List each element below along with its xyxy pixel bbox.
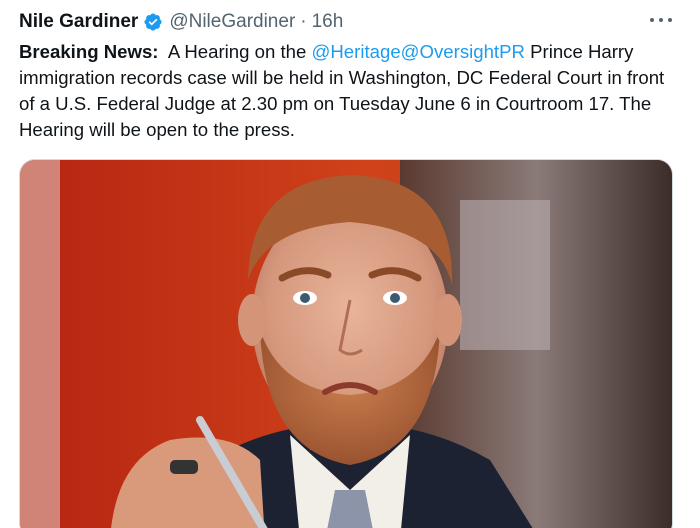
author-handle[interactable]: @NileGardiner <box>169 8 295 36</box>
author-name[interactable]: Nile Gardiner <box>19 8 138 36</box>
tweet-header: Nile Gardiner @NileGardiner · 16h <box>19 8 680 36</box>
verified-badge-icon <box>143 12 163 32</box>
tweet-text-part1: A Hearing on the <box>167 41 312 62</box>
tweet-lead: Breaking News: <box>19 41 159 62</box>
tweet[interactable]: Nile Gardiner @NileGardiner · 16h Breaki… <box>0 0 700 528</box>
tweet-timestamp[interactable]: 16h <box>312 8 344 36</box>
tweet-photo[interactable] <box>19 159 673 528</box>
tweet-text: Breaking News: A Hearing on the @Heritag… <box>19 39 679 143</box>
mention-heritage[interactable]: @Heritage <box>312 41 401 62</box>
separator-dot: · <box>300 11 307 32</box>
more-options-icon[interactable] <box>650 8 672 32</box>
mention-oversightpr[interactable]: @OversightPR <box>401 41 525 62</box>
